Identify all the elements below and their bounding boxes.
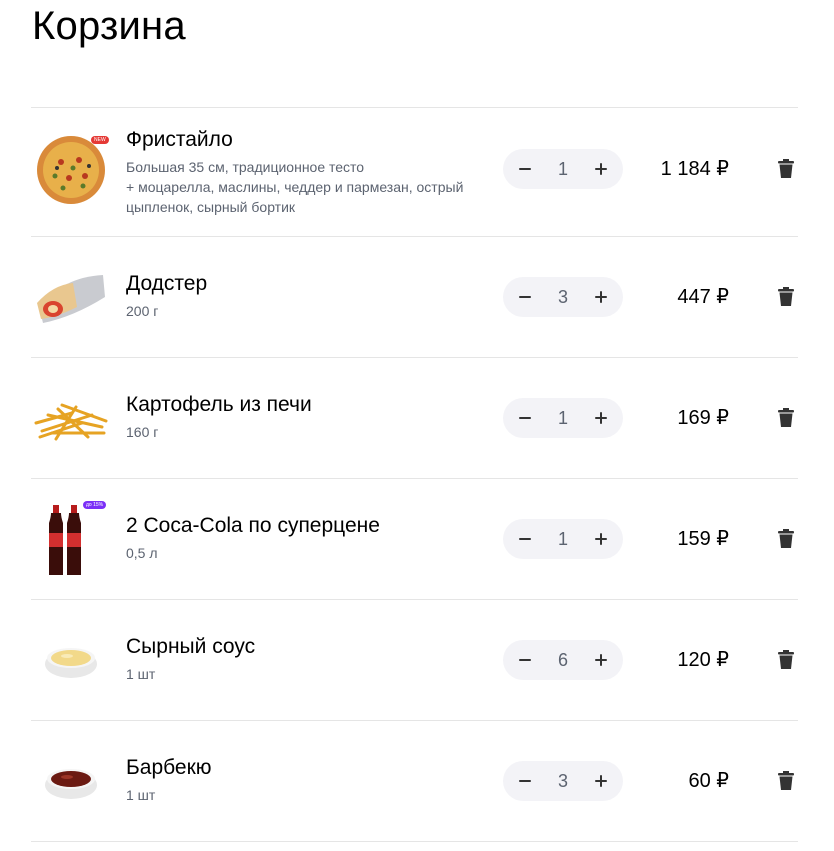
divider bbox=[31, 841, 798, 842]
item-info: Фристайло Большая 35 см, традиционное те… bbox=[126, 127, 496, 217]
cart-list: NEW Фристайло Большая 35 см, традиционно… bbox=[31, 107, 798, 842]
trash-icon bbox=[778, 408, 794, 427]
minus-icon bbox=[519, 168, 531, 170]
discount-badge: до 15% bbox=[83, 501, 107, 509]
item-description: Большая 35 см, традиционное тесто + моца… bbox=[126, 157, 496, 217]
plus-icon bbox=[595, 533, 607, 545]
item-description: 200 г bbox=[126, 301, 496, 321]
item-description-line: + моцарелла, маслины, чеддер и пармезан,… bbox=[126, 179, 464, 195]
minus-icon bbox=[519, 538, 531, 540]
item-price: 1 184 ₽ bbox=[660, 158, 729, 180]
quantity-value: 3 bbox=[557, 286, 568, 307]
decrease-button[interactable] bbox=[515, 529, 535, 549]
item-price: 60 ₽ bbox=[688, 770, 729, 792]
quantity-stepper: 3 bbox=[503, 277, 623, 317]
item-description-line: 1 шт bbox=[126, 666, 156, 682]
item-name: 2 Coca-Cola по суперцене bbox=[126, 514, 380, 537]
minus-icon bbox=[519, 417, 531, 419]
decrease-button[interactable] bbox=[515, 771, 535, 791]
delete-button[interactable] bbox=[776, 286, 796, 308]
pizza-image[interactable]: NEW bbox=[31, 128, 111, 208]
item-info: Сырный соус 1 шт bbox=[126, 634, 496, 684]
quantity-value: 1 bbox=[557, 407, 568, 428]
delete-button[interactable] bbox=[776, 407, 796, 429]
plus-icon bbox=[595, 163, 607, 175]
item-description: 0,5 л bbox=[126, 543, 496, 563]
minus-icon bbox=[519, 296, 531, 298]
trash-icon bbox=[778, 650, 794, 669]
item-name: Сырный соус bbox=[126, 635, 256, 658]
increase-button[interactable] bbox=[591, 159, 611, 179]
quantity-stepper: 1 bbox=[503, 519, 623, 559]
delete-button[interactable] bbox=[776, 770, 796, 792]
quantity-value: 3 bbox=[557, 770, 568, 791]
cart-item: до 15% 2 Coca-Cola по суперцене 0,5 л 1 … bbox=[31, 479, 798, 599]
trash-icon bbox=[778, 771, 794, 790]
plus-icon bbox=[595, 775, 607, 787]
delete-button[interactable] bbox=[776, 528, 796, 550]
page-title: Корзина bbox=[32, 4, 186, 48]
cheese-sauce-image[interactable] bbox=[31, 620, 111, 700]
item-description-line: 160 г bbox=[126, 424, 159, 440]
minus-icon bbox=[519, 659, 531, 661]
item-info: Додстер 200 г bbox=[126, 271, 496, 321]
quantity-stepper: 1 bbox=[503, 149, 623, 189]
increase-button[interactable] bbox=[591, 287, 611, 307]
minus-icon bbox=[519, 780, 531, 782]
item-description: 1 шт bbox=[126, 664, 496, 684]
new-badge: NEW bbox=[91, 136, 109, 144]
quantity-value: 1 bbox=[557, 528, 568, 549]
item-name: Додстер bbox=[126, 272, 208, 295]
item-description-line: 200 г bbox=[126, 303, 159, 319]
bbq-sauce-image[interactable] bbox=[31, 741, 111, 821]
increase-button[interactable] bbox=[591, 650, 611, 670]
quantity-stepper: 1 bbox=[503, 398, 623, 438]
cart-item: Сырный соус 1 шт 6 120 ₽ bbox=[31, 600, 798, 720]
decrease-button[interactable] bbox=[515, 159, 535, 179]
item-description-line: Большая 35 см, традиционное тесто bbox=[126, 159, 365, 175]
fries-image[interactable] bbox=[31, 378, 111, 458]
item-price: 447 ₽ bbox=[677, 286, 729, 308]
quantity-stepper: 6 bbox=[503, 640, 623, 680]
increase-button[interactable] bbox=[591, 408, 611, 428]
delete-button[interactable] bbox=[776, 158, 796, 180]
increase-button[interactable] bbox=[591, 771, 611, 791]
cart-page: Корзина NEW Фристайло Большая 35 см, тра… bbox=[0, 0, 834, 851]
item-price: 169 ₽ bbox=[677, 407, 729, 429]
item-price: 120 ₽ bbox=[677, 649, 729, 671]
item-info: Барбекю 1 шт bbox=[126, 755, 496, 805]
increase-button[interactable] bbox=[591, 529, 611, 549]
decrease-button[interactable] bbox=[515, 287, 535, 307]
item-description-line: 1 шт bbox=[126, 787, 156, 803]
item-description: 160 г bbox=[126, 422, 496, 442]
quantity-value: 1 bbox=[557, 158, 568, 179]
delete-button[interactable] bbox=[776, 649, 796, 671]
item-name: Барбекю bbox=[126, 756, 212, 779]
quantity-value: 6 bbox=[557, 649, 568, 670]
item-info: 2 Coca-Cola по суперцене 0,5 л bbox=[126, 513, 496, 563]
cola-image[interactable]: до 15% bbox=[31, 499, 111, 579]
trash-icon bbox=[778, 529, 794, 548]
plus-icon bbox=[595, 412, 607, 424]
decrease-button[interactable] bbox=[515, 408, 535, 428]
dodster-image[interactable] bbox=[31, 257, 111, 337]
item-info: Картофель из печи 160 г bbox=[126, 392, 496, 442]
plus-icon bbox=[595, 291, 607, 303]
item-name: Картофель из печи bbox=[126, 393, 312, 416]
cart-item: Картофель из печи 160 г 1 169 ₽ bbox=[31, 358, 798, 478]
item-name: Фристайло bbox=[126, 128, 233, 151]
cart-item: Додстер 200 г 3 447 ₽ bbox=[31, 237, 798, 357]
item-price: 159 ₽ bbox=[677, 528, 729, 550]
cart-item: Барбекю 1 шт 3 60 ₽ bbox=[31, 721, 798, 841]
plus-icon bbox=[595, 654, 607, 666]
trash-icon bbox=[778, 287, 794, 306]
cart-item: NEW Фристайло Большая 35 см, традиционно… bbox=[31, 108, 798, 236]
quantity-stepper: 3 bbox=[503, 761, 623, 801]
decrease-button[interactable] bbox=[515, 650, 535, 670]
item-description-line: 0,5 л bbox=[126, 545, 158, 561]
item-description: 1 шт bbox=[126, 785, 496, 805]
trash-icon bbox=[778, 159, 794, 178]
item-description-line: цыпленок, сырный бортик bbox=[126, 199, 296, 215]
